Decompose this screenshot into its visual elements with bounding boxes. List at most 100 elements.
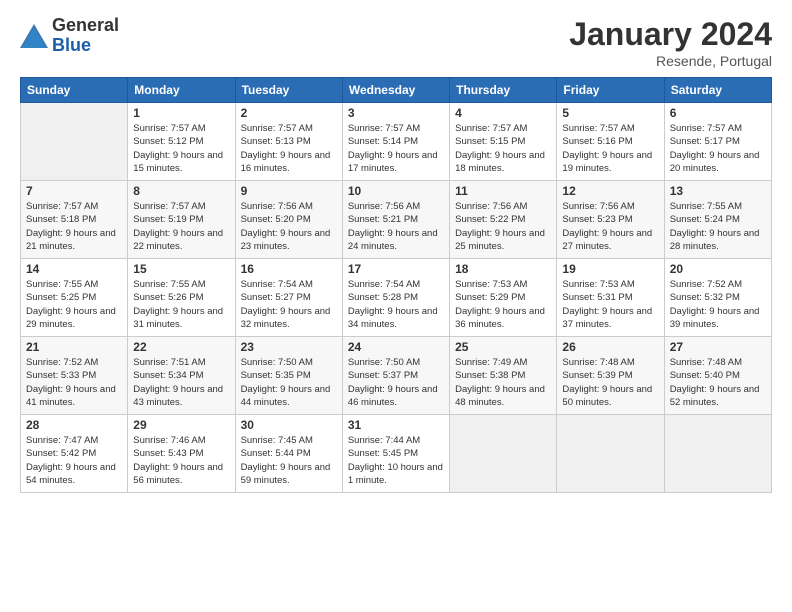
calendar-cell: 4 Sunrise: 7:57 AMSunset: 5:15 PMDaylight… (450, 103, 557, 181)
calendar-cell: 16 Sunrise: 7:54 AMSunset: 5:27 PMDayligh… (235, 259, 342, 337)
calendar-cell: 27Sunrise: 7:48 AMSunset: 5:40 PMDayligh… (664, 337, 771, 415)
col-sunday: Sunday (21, 78, 128, 103)
day-detail: Sunrise: 7:52 AMSunset: 5:32 PMDaylight:… (670, 278, 766, 331)
calendar-cell: 19 Sunrise: 7:53 AMSunset: 5:31 PMDayligh… (557, 259, 664, 337)
day-detail: Sunrise: 7:49 AMSunset: 5:38 PMDaylight:… (455, 356, 551, 409)
day-number: 15 (133, 262, 229, 276)
day-number: 19 (562, 262, 658, 276)
day-detail: Sunrise: 7:57 AMSunset: 5:15 PMDaylight:… (455, 122, 551, 175)
day-number: 18 (455, 262, 551, 276)
day-detail: Sunrise: 7:57 AMSunset: 5:19 PMDaylight:… (133, 200, 229, 253)
calendar-page: General Blue January 2024 Resende, Portu… (0, 0, 792, 612)
calendar-cell: 5 Sunrise: 7:57 AMSunset: 5:16 PMDaylight… (557, 103, 664, 181)
day-number: 30 (241, 418, 337, 432)
day-detail: Sunrise: 7:57 AMSunset: 5:12 PMDaylight:… (133, 122, 229, 175)
calendar-table: Sunday Monday Tuesday Wednesday Thursday… (20, 77, 772, 493)
day-detail: Sunrise: 7:54 AMSunset: 5:27 PMDaylight:… (241, 278, 337, 331)
calendar-week-row: 14 Sunrise: 7:55 AMSunset: 5:25 PMDayligh… (21, 259, 772, 337)
calendar-cell (450, 415, 557, 493)
calendar-cell: 9Sunrise: 7:56 AMSunset: 5:20 PMDaylight… (235, 181, 342, 259)
day-number: 17 (348, 262, 444, 276)
calendar-cell (21, 103, 128, 181)
day-number: 27 (670, 340, 766, 354)
logo-general-label: General (52, 16, 119, 36)
day-number: 26 (562, 340, 658, 354)
day-number: 3 (348, 106, 444, 120)
col-monday: Monday (128, 78, 235, 103)
calendar-header-row: Sunday Monday Tuesday Wednesday Thursday… (21, 78, 772, 103)
day-detail: Sunrise: 7:50 AMSunset: 5:35 PMDaylight:… (241, 356, 337, 409)
day-number: 5 (562, 106, 658, 120)
day-detail: Sunrise: 7:57 AMSunset: 5:18 PMDaylight:… (26, 200, 122, 253)
day-detail: Sunrise: 7:51 AMSunset: 5:34 PMDaylight:… (133, 356, 229, 409)
calendar-cell: 20 Sunrise: 7:52 AMSunset: 5:32 PMDayligh… (664, 259, 771, 337)
col-wednesday: Wednesday (342, 78, 449, 103)
day-number: 7 (26, 184, 122, 198)
calendar-cell: 21Sunrise: 7:52 AMSunset: 5:33 PMDayligh… (21, 337, 128, 415)
calendar-cell: 10 Sunrise: 7:56 AMSunset: 5:21 PMDayligh… (342, 181, 449, 259)
calendar-cell: 14 Sunrise: 7:55 AMSunset: 5:25 PMDayligh… (21, 259, 128, 337)
day-number: 4 (455, 106, 551, 120)
calendar-cell: 1 Sunrise: 7:57 AMSunset: 5:12 PMDaylight… (128, 103, 235, 181)
calendar-week-row: 28 Sunrise: 7:47 AMSunset: 5:42 PMDayligh… (21, 415, 772, 493)
calendar-cell: 7 Sunrise: 7:57 AMSunset: 5:18 PMDaylight… (21, 181, 128, 259)
calendar-week-row: 1 Sunrise: 7:57 AMSunset: 5:12 PMDaylight… (21, 103, 772, 181)
calendar-cell: 12 Sunrise: 7:56 AMSunset: 5:23 PMDayligh… (557, 181, 664, 259)
day-detail: Sunrise: 7:50 AMSunset: 5:37 PMDaylight:… (348, 356, 444, 409)
col-saturday: Saturday (664, 78, 771, 103)
day-number: 9 (241, 184, 337, 198)
day-detail: Sunrise: 7:53 AMSunset: 5:29 PMDaylight:… (455, 278, 551, 331)
calendar-cell: 24 Sunrise: 7:50 AMSunset: 5:37 PMDayligh… (342, 337, 449, 415)
calendar-cell: 29Sunrise: 7:46 AMSunset: 5:43 PMDayligh… (128, 415, 235, 493)
day-number: 28 (26, 418, 122, 432)
col-tuesday: Tuesday (235, 78, 342, 103)
day-detail: Sunrise: 7:53 AMSunset: 5:31 PMDaylight:… (562, 278, 658, 331)
calendar-cell: 13 Sunrise: 7:55 AMSunset: 5:24 PMDayligh… (664, 181, 771, 259)
calendar-week-row: 7 Sunrise: 7:57 AMSunset: 5:18 PMDaylight… (21, 181, 772, 259)
day-number: 22 (133, 340, 229, 354)
logo-icon (20, 22, 48, 50)
day-detail: Sunrise: 7:52 AMSunset: 5:33 PMDaylight:… (26, 356, 122, 409)
calendar-cell (557, 415, 664, 493)
day-detail: Sunrise: 7:57 AMSunset: 5:17 PMDaylight:… (670, 122, 766, 175)
calendar-cell: 17Sunrise: 7:54 AMSunset: 5:28 PMDayligh… (342, 259, 449, 337)
day-detail: Sunrise: 7:56 AMSunset: 5:22 PMDaylight:… (455, 200, 551, 253)
calendar-cell: 2Sunrise: 7:57 AMSunset: 5:13 PMDaylight… (235, 103, 342, 181)
location-subtitle: Resende, Portugal (569, 53, 772, 69)
calendar-cell: 3Sunrise: 7:57 AMSunset: 5:14 PMDaylight… (342, 103, 449, 181)
day-detail: Sunrise: 7:55 AMSunset: 5:24 PMDaylight:… (670, 200, 766, 253)
day-detail: Sunrise: 7:55 AMSunset: 5:25 PMDaylight:… (26, 278, 122, 331)
col-friday: Friday (557, 78, 664, 103)
day-number: 2 (241, 106, 337, 120)
day-detail: Sunrise: 7:56 AMSunset: 5:23 PMDaylight:… (562, 200, 658, 253)
calendar-cell: 28 Sunrise: 7:47 AMSunset: 5:42 PMDayligh… (21, 415, 128, 493)
day-number: 14 (26, 262, 122, 276)
day-number: 6 (670, 106, 766, 120)
day-number: 8 (133, 184, 229, 198)
day-number: 29 (133, 418, 229, 432)
day-detail: Sunrise: 7:57 AMSunset: 5:16 PMDaylight:… (562, 122, 658, 175)
day-number: 10 (348, 184, 444, 198)
day-number: 16 (241, 262, 337, 276)
calendar-cell: 25Sunrise: 7:49 AMSunset: 5:38 PMDayligh… (450, 337, 557, 415)
calendar-cell: 31Sunrise: 7:44 AMSunset: 5:45 PMDayligh… (342, 415, 449, 493)
logo-blue-label: Blue (52, 36, 119, 56)
calendar-cell: 15 Sunrise: 7:55 AMSunset: 5:26 PMDayligh… (128, 259, 235, 337)
logo-text: General Blue (52, 16, 119, 56)
day-number: 20 (670, 262, 766, 276)
title-block: January 2024 Resende, Portugal (569, 16, 772, 69)
day-number: 12 (562, 184, 658, 198)
col-thursday: Thursday (450, 78, 557, 103)
calendar-cell: 22 Sunrise: 7:51 AMSunset: 5:34 PMDayligh… (128, 337, 235, 415)
calendar-cell (664, 415, 771, 493)
calendar-cell: 18 Sunrise: 7:53 AMSunset: 5:29 PMDayligh… (450, 259, 557, 337)
day-detail: Sunrise: 7:47 AMSunset: 5:42 PMDaylight:… (26, 434, 122, 487)
day-number: 24 (348, 340, 444, 354)
day-number: 1 (133, 106, 229, 120)
day-detail: Sunrise: 7:55 AMSunset: 5:26 PMDaylight:… (133, 278, 229, 331)
calendar-cell: 8 Sunrise: 7:57 AMSunset: 5:19 PMDaylight… (128, 181, 235, 259)
calendar-week-row: 21Sunrise: 7:52 AMSunset: 5:33 PMDayligh… (21, 337, 772, 415)
calendar-cell: 6 Sunrise: 7:57 AMSunset: 5:17 PMDaylight… (664, 103, 771, 181)
day-detail: Sunrise: 7:56 AMSunset: 5:21 PMDaylight:… (348, 200, 444, 253)
day-number: 13 (670, 184, 766, 198)
